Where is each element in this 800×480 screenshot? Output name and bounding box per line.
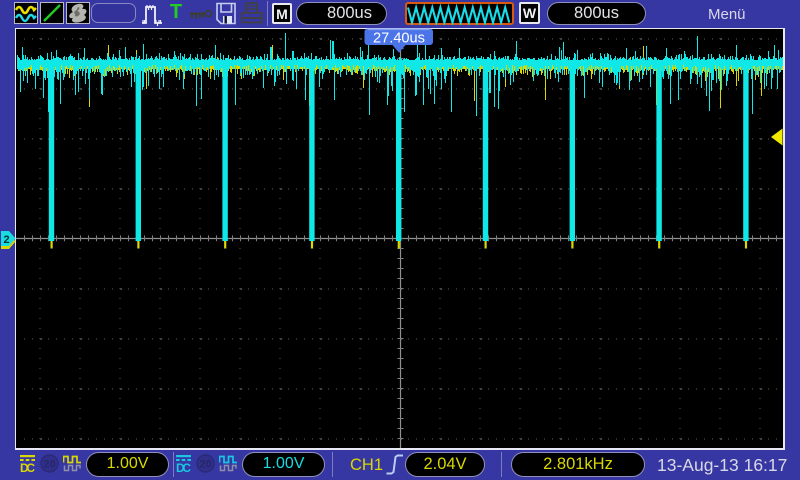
svg-text:DC: DC [176,461,191,475]
svg-text:20: 20 [43,459,55,471]
svg-text:20: 20 [199,459,211,471]
svg-text:27.40us: 27.40us [373,31,425,47]
svg-text:DC: DC [20,461,35,475]
svg-text:2: 2 [3,234,9,246]
